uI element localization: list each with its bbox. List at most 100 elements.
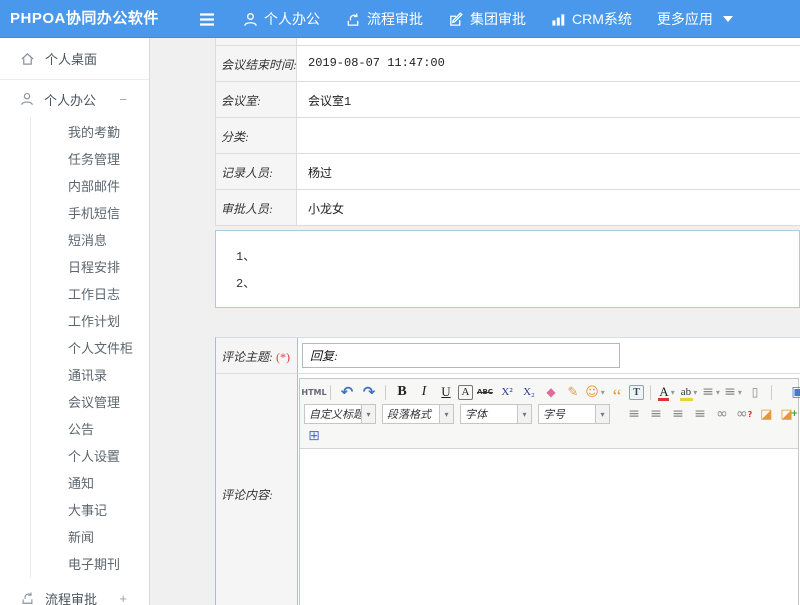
- process-icon: [345, 12, 361, 27]
- font-color-icon[interactable]: A: [657, 383, 677, 402]
- heading-select[interactable]: 自定义标题 ▾: [304, 404, 376, 424]
- nav-more-apps[interactable]: 更多应用: [657, 9, 733, 29]
- caret-down-icon: [723, 16, 733, 22]
- new-page-icon[interactable]: ▯: [745, 383, 765, 402]
- sidebar-item[interactable]: 个人设置 +: [31, 443, 149, 470]
- source-button[interactable]: HTML: [304, 383, 324, 402]
- underline-icon[interactable]: U: [436, 383, 456, 402]
- toolbar-row2-icons: ≡ ≡ ≡ ≡ ∞ ∞: [624, 405, 800, 424]
- bold-icon[interactable]: B: [392, 383, 412, 402]
- toolbar-row-3: ⊞: [304, 425, 794, 447]
- field-value: 会议室1: [297, 82, 800, 117]
- field-value: [297, 118, 800, 153]
- undo-icon[interactable]: ↶: [337, 383, 357, 402]
- editor-content-area[interactable]: [300, 449, 798, 605]
- meeting-content-box: 1、 2、: [215, 230, 800, 308]
- menu-button[interactable]: [198, 0, 216, 38]
- align-center-icon[interactable]: ≡: [646, 405, 666, 424]
- table-row-clipped: [216, 38, 800, 46]
- insert-image-icon[interactable]: ◪: [778, 405, 800, 424]
- content-line: 2、: [236, 271, 799, 298]
- main-content: 会议结束时间: 2019-08-07 11:47:00 会议室: 会议室1 分类…: [150, 38, 800, 605]
- font-size-select[interactable]: 字号 ▾: [538, 404, 610, 424]
- subscript-icon[interactable]: X₂: [519, 383, 539, 402]
- table-icon[interactable]: ⊞: [304, 427, 324, 446]
- sidebar-item[interactable]: 大事记: [31, 497, 149, 524]
- field-label: 审批人员:: [216, 190, 297, 225]
- nav-process-approval[interactable]: 流程审批: [345, 9, 423, 29]
- link-icon[interactable]: ∞: [712, 405, 732, 424]
- meeting-detail-table: 会议结束时间: 2019-08-07 11:47:00 会议室: 会议室1 分类…: [215, 38, 800, 226]
- sidebar-item[interactable]: 工作日志: [31, 281, 149, 308]
- nav-group-approval[interactable]: 集团审批: [448, 9, 526, 29]
- sidebar-item[interactable]: 手机短信: [31, 200, 149, 227]
- toolbar-row-2: 自定义标题 ▾ 段落格式 ▾: [304, 403, 794, 425]
- format-painter-icon[interactable]: ✎: [563, 383, 583, 402]
- sidebar-item[interactable]: 工作计划: [31, 308, 149, 335]
- font-family-select[interactable]: 字体 ▾: [460, 404, 532, 424]
- home-icon: [20, 52, 35, 66]
- redo-icon[interactable]: ↷: [359, 383, 379, 402]
- form-row: 会议室: 会议室1: [216, 82, 800, 118]
- user-icon: [20, 92, 34, 106]
- remove-format-icon[interactable]: ◆: [541, 383, 561, 402]
- expand-icon: +: [105, 443, 113, 470]
- sidebar-group-personal-office[interactable]: 个人办公 −: [0, 87, 149, 111]
- caret-down-icon[interactable]: ▾: [517, 405, 531, 423]
- sidebar-item[interactable]: 通讯录: [31, 362, 149, 389]
- blockquote-icon[interactable]: “: [607, 383, 627, 402]
- content-line: 1、: [236, 244, 799, 271]
- nav-crm-system[interactable]: CRM系统: [551, 9, 632, 29]
- user-icon: [243, 12, 258, 27]
- comment-subject-input[interactable]: [302, 343, 620, 368]
- emoticon-icon[interactable]: ☺: [585, 383, 605, 402]
- sidebar-item[interactable]: 任务管理: [31, 146, 149, 173]
- sidebar-group-process-approval[interactable]: 流程审批 +: [0, 586, 149, 605]
- justify-icon[interactable]: ≡: [690, 405, 710, 424]
- separator: [330, 385, 331, 400]
- form-row: 记录人员: 杨过: [216, 154, 800, 190]
- superscript-icon[interactable]: X²: [497, 383, 517, 402]
- nav-personal-office[interactable]: 个人办公: [243, 9, 320, 29]
- form-row: 分类:: [216, 118, 800, 154]
- expand-icon[interactable]: +: [119, 591, 127, 605]
- sidebar-item[interactable]: 会议管理: [31, 389, 149, 416]
- highlight-color-icon[interactable]: ab: [679, 383, 699, 402]
- sidebar-item[interactable]: 内部邮件: [31, 173, 149, 200]
- sidebar-item[interactable]: 新闻: [31, 524, 149, 551]
- sidebar-item[interactable]: 个人文件柜: [31, 335, 149, 362]
- form-row: 审批人员: 小龙女: [216, 190, 800, 226]
- image-icon[interactable]: ◪: [756, 405, 776, 424]
- format-selects: 自定义标题 ▾ 段落格式 ▾: [304, 404, 614, 424]
- sidebar-item[interactable]: 公告: [31, 416, 149, 443]
- sidebar-item-desktop[interactable]: 个人桌面: [0, 38, 149, 80]
- hamburger-icon: [198, 12, 216, 27]
- caret-down-icon[interactable]: ▾: [361, 405, 375, 423]
- sidebar-item[interactable]: 日程安排: [31, 254, 149, 281]
- collapse-icon[interactable]: −: [119, 92, 127, 107]
- field-label: 记录人员:: [216, 154, 297, 189]
- sidebar-item[interactable]: 电子期刊: [31, 551, 149, 578]
- border-a-icon[interactable]: A: [458, 385, 473, 400]
- caret-down-icon[interactable]: ▾: [439, 405, 453, 423]
- align-left-icon[interactable]: ≡: [624, 405, 644, 424]
- separator: [650, 385, 651, 400]
- fullscreen-icon[interactable]: ▣: [788, 383, 800, 402]
- caret-down-icon[interactable]: ▾: [595, 405, 609, 423]
- sidebar-item[interactable]: 短消息: [31, 227, 149, 254]
- process-icon: [20, 591, 35, 605]
- paragraph-select[interactable]: 段落格式 ▾: [382, 404, 454, 424]
- editor-toolbar: HTML ↶ ↷ B I: [300, 379, 798, 449]
- unordered-list-icon[interactable]: ≡: [723, 383, 743, 402]
- italic-icon[interactable]: I: [414, 383, 434, 402]
- unlink-icon[interactable]: ∞: [734, 405, 754, 424]
- sidebar-item[interactable]: 通知: [31, 470, 149, 497]
- comment-form-table: 评论主题: (*) 评论内容: HTML: [215, 337, 800, 605]
- align-right-icon[interactable]: ≡: [668, 405, 688, 424]
- sidebar-item[interactable]: 我的考勤: [31, 119, 149, 146]
- ordered-list-icon[interactable]: ≡: [701, 383, 721, 402]
- strikethrough-icon[interactable]: ABC: [475, 383, 495, 402]
- separator: [385, 385, 386, 400]
- required-mark: (*): [276, 350, 290, 364]
- paste-text-icon[interactable]: T: [629, 385, 644, 400]
